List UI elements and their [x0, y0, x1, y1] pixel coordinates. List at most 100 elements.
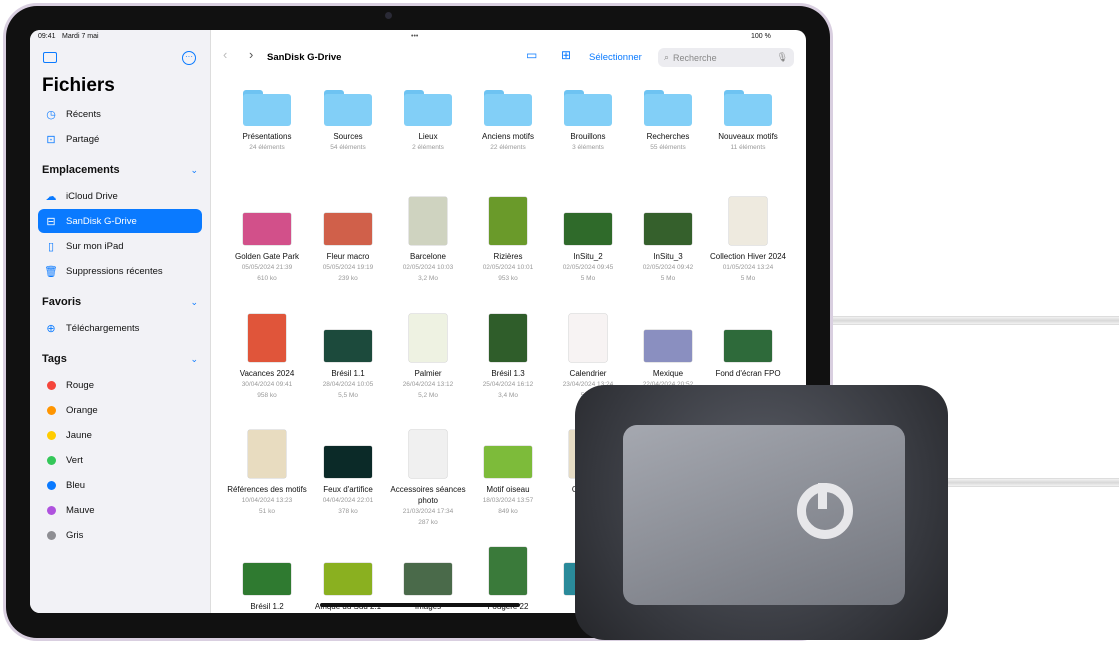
- clock-icon: ◷: [46, 108, 56, 121]
- folder-item-count: 54 éléments: [330, 144, 366, 151]
- sidebar-item-label: Bleu: [66, 479, 86, 491]
- folder-name: Lieux: [418, 132, 438, 141]
- file-item[interactable]: Rizières 02/05/2024 10:01 953 ko: [468, 197, 548, 284]
- usb-c-cable: [940, 478, 1119, 487]
- file-item[interactable]: Brésil 1.2: [227, 563, 307, 612]
- sidebar: 09:41 Mardi 7 mai ··· Fichiers ◷ Récents ⊡…: [30, 30, 211, 613]
- sidebar-tag-4[interactable]: Bleu: [38, 473, 202, 497]
- file-size: 287 ko: [418, 519, 438, 526]
- sidebar-toggle-icon[interactable]: [43, 52, 57, 63]
- sidebar-item-label: SanDisk G-Drive: [66, 215, 137, 227]
- new-folder-icon[interactable]: ▭: [526, 48, 537, 62]
- file-item[interactable]: InSitu_2 02/05/2024 09:45 5 Mo: [548, 213, 628, 284]
- folder-item[interactable]: Nouveaux motifs 11 éléments: [708, 90, 788, 153]
- chevron-down-icon[interactable]: ⌄: [190, 297, 198, 308]
- file-name: Rizières: [493, 252, 523, 261]
- sidebar-item-label: Partagé: [66, 133, 100, 145]
- sidebar-location-2[interactable]: ▯ Sur mon iPad: [38, 234, 202, 258]
- file-name: Brésil 1.3: [491, 369, 525, 378]
- file-item[interactable]: Feux d'artifice 04/04/2024 22:01 378 ko: [308, 446, 388, 517]
- file-item[interactable]: Fond d'écran FPO: [708, 330, 788, 379]
- folder-item[interactable]: Lieux 2 éléments: [388, 90, 468, 153]
- sidebar-location-1[interactable]: ⊟ SanDisk G-Drive: [38, 209, 202, 233]
- file-item[interactable]: Brésil 1.1 28/04/2024 10:05 5,5 Mo: [308, 330, 388, 401]
- file-name: Fleur macro: [326, 252, 370, 261]
- folder-name: Présentations: [242, 132, 292, 141]
- ipad-icon: ▯: [47, 240, 55, 253]
- file-thumbnail: [409, 314, 447, 362]
- usb-c-cable: [833, 316, 1119, 325]
- folder-item[interactable]: Brouillons 3 éléments: [548, 90, 628, 153]
- file-item[interactable]: Barcelone 02/05/2024 10:03 3,2 Mo: [388, 197, 468, 284]
- file-date: 10/04/2024 13:23: [241, 497, 293, 504]
- file-name: Feux d'artifice: [323, 485, 373, 494]
- file-item[interactable]: Palmier 26/04/2024 13:12 5,2 Mo: [388, 314, 468, 401]
- folder-item[interactable]: Présentations 24 éléments: [227, 90, 307, 153]
- shared-folder-icon: ⊡: [46, 133, 56, 146]
- forward-icon[interactable]: ›: [249, 47, 253, 62]
- sandisk-g-drive: [575, 385, 948, 640]
- folder-item[interactable]: Sources 54 éléments: [308, 90, 388, 153]
- file-size: 3,4 Mo: [498, 392, 518, 399]
- sidebar-tag-3[interactable]: Vert: [38, 448, 202, 472]
- sidebar-location-3[interactable]: 🗑 Suppressions récentes: [38, 259, 202, 283]
- file-date: 26/04/2024 13:12: [402, 381, 454, 388]
- select-button[interactable]: Sélectionner: [589, 52, 642, 63]
- sidebar-tag-2[interactable]: Jaune: [38, 423, 202, 447]
- folder-item[interactable]: Recherches 55 éléments: [628, 90, 708, 153]
- sidebar-item-label: Récents: [66, 108, 101, 120]
- file-item[interactable]: InSitu_3 02/05/2024 09:42 5 Mo: [628, 213, 708, 284]
- multitasking-icon[interactable]: •••: [411, 33, 418, 40]
- file-item[interactable]: Références des motifs 10/04/2024 13:23 51 …: [227, 430, 307, 517]
- file-thumbnail: [644, 330, 692, 362]
- sidebar-item-0[interactable]: ◷ Récents: [38, 102, 202, 126]
- grid-view-icon[interactable]: ⊞: [561, 48, 571, 62]
- sidebar-item-label: Sur mon iPad: [66, 240, 124, 252]
- sidebar-tag-0[interactable]: Rouge: [38, 373, 202, 397]
- folder-icon: [724, 90, 772, 126]
- tag-color-dot: [47, 480, 56, 490]
- sidebar-tag-1[interactable]: Orange: [38, 398, 202, 422]
- folder-item[interactable]: Anciens motifs 22 éléments: [468, 90, 548, 153]
- section-favorites[interactable]: Favoris: [42, 296, 81, 308]
- file-item[interactable]: Vacances 2024 30/04/2024 09:41 958 ko: [227, 314, 307, 401]
- chevron-down-icon[interactable]: ⌄: [190, 165, 198, 176]
- file-item[interactable]: Collection Hiver 2024 01/05/2024 13:24 5 M…: [708, 197, 788, 284]
- folder-title: SanDisk G-Drive: [267, 52, 342, 63]
- chevron-down-icon[interactable]: ⌄: [190, 354, 198, 365]
- folder-icon: [243, 90, 291, 126]
- sidebar-location-0[interactable]: ☁ iCloud Drive: [38, 184, 202, 208]
- search-icon: ⌕: [664, 52, 670, 62]
- search-input[interactable]: ⌕ Recherche 🎙: [658, 48, 794, 67]
- sidebar-item-label: Téléchargements: [66, 322, 140, 334]
- sidebar-item-label: Gris: [66, 529, 84, 541]
- file-item[interactable]: Golden Gate Park 05/05/2024 21:39 610 ko: [227, 213, 307, 284]
- file-item[interactable]: Motif oiseau 18/03/2024 13:57 849 ko: [468, 446, 548, 517]
- file-item[interactable]: Brésil 1.3 25/04/2024 16:12 3,4 Mo: [468, 314, 548, 401]
- sidebar-tag-5[interactable]: Mauve: [38, 498, 202, 522]
- file-name: Palmier: [414, 369, 442, 378]
- microphone-icon[interactable]: 🎙: [777, 52, 788, 63]
- file-name: Golden Gate Park: [234, 252, 300, 261]
- file-item[interactable]: Fleur macro 05/05/2024 19:19 239 ko: [308, 213, 388, 284]
- folder-name: Sources: [333, 132, 363, 141]
- file-item[interactable]: Accessoires séances photo 21/03/2024 17:3…: [388, 430, 468, 528]
- tag-color-dot: [47, 455, 56, 465]
- file-date: 21/03/2024 17:34: [402, 508, 454, 515]
- status-time: 09:41: [38, 33, 56, 40]
- sidebar-favorite-0[interactable]: ⊕ Téléchargements: [38, 316, 202, 340]
- file-item[interactable]: Mexique22/04/2024 20:52: [628, 330, 708, 390]
- section-locations[interactable]: Emplacements: [42, 164, 120, 176]
- trash-icon: 🗑: [44, 265, 58, 278]
- sidebar-item-1[interactable]: ⊡ Partagé: [38, 127, 202, 151]
- search-placeholder: Recherche: [673, 52, 717, 63]
- section-tags[interactable]: Tags: [42, 353, 67, 365]
- file-size: 958 ko: [257, 392, 277, 399]
- file-thumbnail: [644, 213, 692, 245]
- status-date: Mardi 7 mai: [62, 33, 99, 40]
- file-thumbnail: [324, 330, 372, 362]
- tag-color-dot: [47, 430, 56, 440]
- more-icon[interactable]: ···: [182, 51, 196, 65]
- back-icon[interactable]: ‹: [223, 47, 227, 62]
- sidebar-tag-6[interactable]: Gris: [38, 523, 202, 547]
